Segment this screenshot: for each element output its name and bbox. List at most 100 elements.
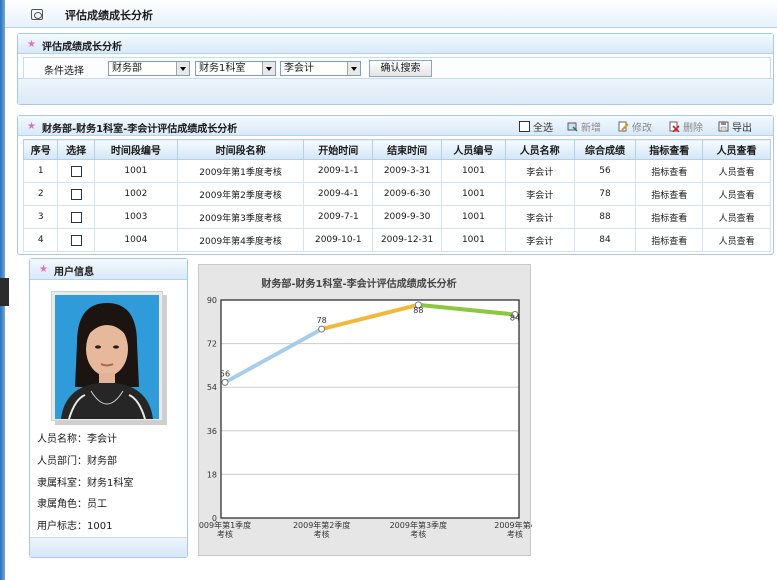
x-tick-label: 2009年第2季度 [293,520,350,530]
row-checkbox[interactable] [70,165,82,177]
x-tick-label: 2009年第3季度 [390,520,447,530]
sidebar-collapse-handle[interactable] [0,278,9,306]
person-select[interactable]: 李会计 [280,61,361,76]
row-select-cell [57,159,95,183]
delete-label: 删除 [683,123,703,134]
view-staff-link[interactable]: 人员查看 [702,205,771,229]
info-row-name: 人员名称：李会计 [37,430,117,445]
plot-area [221,300,519,518]
info-row-office: 隶属科室：财务1科室 [37,474,133,489]
column-header[interactable]: 人员编号 [441,139,506,160]
export-label: 导出 [732,123,752,134]
period-id-cell: 1003 [93,205,178,229]
results-table: 序号 选择 时间段编号 时间段名称 开始时间 结束时间 人员编号 人员名称 综合… [22,139,771,252]
row-select-cell [57,205,95,229]
period-id-cell: 1002 [93,182,178,206]
view-staff-link[interactable]: 人员查看 [702,182,771,206]
row-checkbox[interactable] [70,234,82,246]
staff-id-cell: 1001 [441,205,506,229]
column-header[interactable]: 时间段名称 [176,139,305,160]
checkbox[interactable] [519,121,530,132]
delete-button[interactable]: 删除 [669,119,703,134]
department-select[interactable]: 财务部 [108,61,190,76]
table-row[interactable]: 3 1003 2009年第3季度考核 2009-7-1 2009-9-30 10… [22,205,771,229]
chevron-down-icon [262,62,275,75]
add-icon [567,121,578,132]
x-tick-label: 009年第1季度 [199,520,251,530]
office-select-value: 财务1科室 [199,63,246,74]
y-tick-label: 36 [207,427,217,436]
view-indicator-link[interactable]: 指标查看 [635,228,704,252]
row-number: 4 [22,228,59,252]
view-indicator-link[interactable]: 指标查看 [635,182,704,206]
condition-label: 条件选择 [44,66,84,77]
staff-name-cell: 李会计 [504,182,575,206]
select-all-toggle[interactable]: 全选 [519,119,553,134]
column-header[interactable]: 时间段编号 [93,139,178,160]
end-date-cell: 2009-9-30 [372,205,443,229]
user-photo [55,295,159,419]
column-header[interactable]: 选择 [57,139,95,160]
y-tick-label: 54 [207,383,217,392]
edit-button[interactable]: 修改 [618,119,652,134]
info-label: 隶属角色： [37,499,87,510]
search-row: 条件选择 财务部 财务1科室 李会计 确认搜索 [23,57,771,79]
info-label: 人员名称： [37,434,87,445]
period-id-cell: 1001 [93,159,178,183]
x-tick-label: 考核 [507,529,523,539]
end-date-cell: 2009-12-31 [372,228,443,252]
table-row[interactable]: 1 1001 2009年第1季度考核 2009-1-1 2009-3-31 10… [22,159,771,183]
office-select[interactable]: 财务1科室 [195,61,276,76]
view-indicator-link[interactable]: 指标查看 [635,159,704,183]
info-value: 财务部 [87,456,117,467]
staff-name-cell: 李会计 [504,205,575,229]
view-indicator-link[interactable]: 指标查看 [635,205,704,229]
table-row[interactable]: 4 1004 2009年第4季度考核 2009-10-1 2009-12-31 … [22,228,771,252]
delete-icon [669,121,680,133]
column-header[interactable]: 人员名称 [504,139,575,160]
data-label: 88 [413,306,423,315]
search-button[interactable]: 确认搜索 [369,60,432,77]
view-staff-link[interactable]: 人员查看 [702,159,771,183]
chevron-down-icon [347,62,360,75]
results-panel-header: ★ 财务部-财务1科室-李会计评估成绩成长分析 全选 新增 修改 删除 导出 [18,116,773,136]
home-icon[interactable] [31,9,43,20]
period-name-cell: 2009年第3季度考核 [176,205,305,229]
page-header: 评估成绩成长分析 [5,0,777,28]
data-point [221,378,229,386]
column-header[interactable]: 人员查看 [702,139,771,160]
department-select-value: 财务部 [112,63,142,74]
column-header[interactable]: 结束时间 [372,139,443,160]
row-checkbox[interactable] [70,188,82,200]
y-tick-label: 72 [207,340,217,349]
info-row-user-flag: 用户标志：1001 [37,517,112,532]
score-cell: 84 [573,228,637,252]
export-button[interactable]: 导出 [718,119,752,134]
score-cell: 78 [573,182,637,206]
column-header[interactable]: 指标查看 [635,139,704,160]
view-staff-link[interactable]: 人员查看 [702,228,771,252]
period-id-cell: 1004 [93,228,178,252]
chart-title: 财务部-财务1科室-李会计评估成绩成长分析 [260,277,456,290]
info-row-department: 人员部门：财务部 [37,452,117,467]
star-icon: ★ [39,264,48,275]
results-panel: ★ 财务部-财务1科室-李会计评估成绩成长分析 全选 新增 修改 删除 导出 序… [17,115,774,255]
column-header[interactable]: 序号 [22,139,59,160]
column-header[interactable]: 综合成绩 [573,139,637,160]
info-value: 员工 [87,499,107,510]
staff-id-cell: 1001 [441,228,506,252]
staff-id-cell: 1001 [441,182,506,206]
table-row[interactable]: 2 1002 2009年第2季度考核 2009-4-1 2009-6-30 10… [22,182,771,206]
edit-label: 修改 [632,123,652,134]
user-info-header: ★ 用户信息 [30,259,187,280]
table-header-row: 序号 选择 时间段编号 时间段名称 开始时间 结束时间 人员编号 人员名称 综合… [22,139,771,160]
info-value: 财务1科室 [87,478,134,489]
add-button[interactable]: 新增 [567,119,601,134]
user-info-panel: ★ 用户信息 人员名称：李会计 人员部门：财务部 隶属科室：财务1科室 隶属角色… [29,258,188,558]
column-header[interactable]: 开始时间 [303,139,374,160]
growth-line-chart: 财务部-财务1科室-李会计评估成绩成长分析 01836547290 567888… [199,277,536,539]
growth-chart: 财务部-财务1科室-李会计评估成绩成长分析 0 18 36 54 72 90 56 78 88… [198,264,536,556]
start-date-cell: 2009-4-1 [303,182,374,206]
select-all-label: 全选 [533,123,553,134]
row-checkbox[interactable] [70,211,82,223]
